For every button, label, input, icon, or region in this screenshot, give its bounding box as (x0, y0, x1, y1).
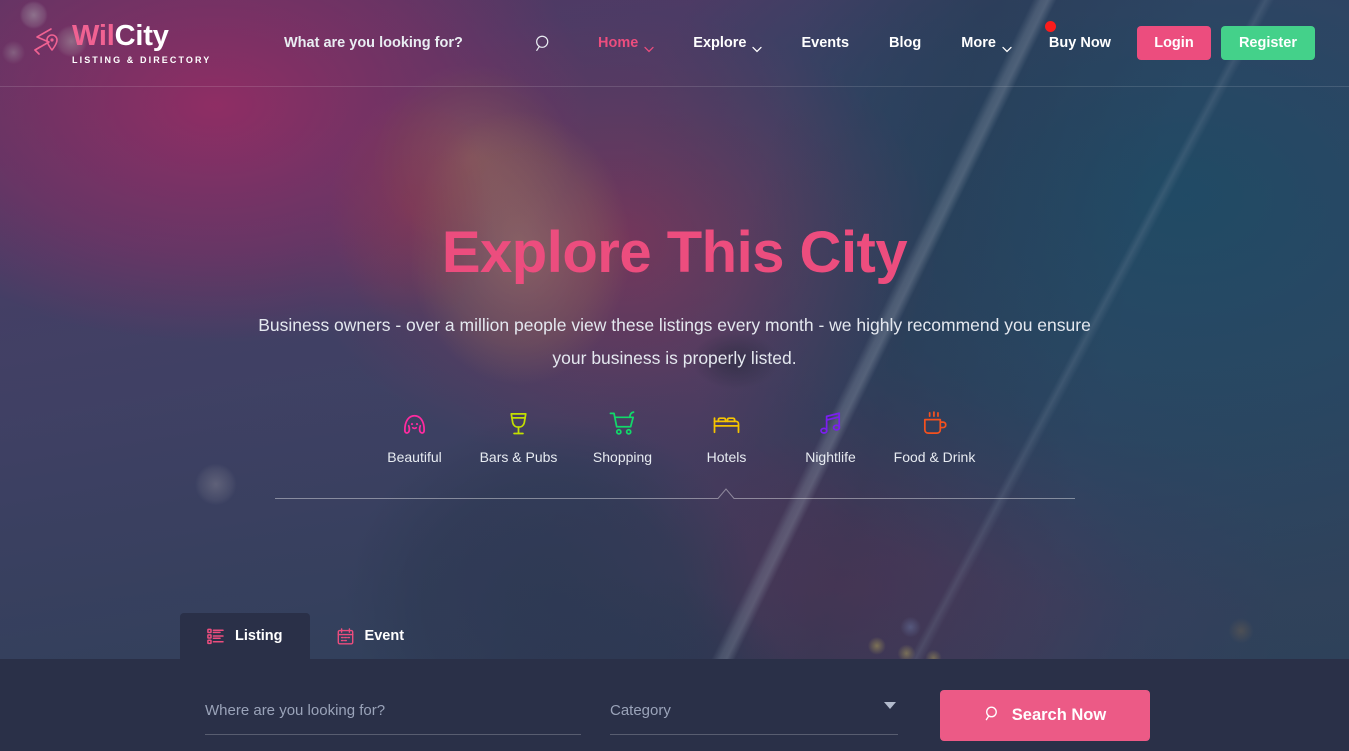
category-divider (275, 487, 1075, 501)
nav-item-blog[interactable]: Blog (869, 35, 941, 51)
wine-glass-icon (504, 407, 533, 439)
tab-listing[interactable]: Listing (180, 613, 310, 659)
category-label: Food & Drink (893, 449, 976, 465)
category-item-nightlife[interactable]: Nightlife (779, 407, 883, 465)
nav-item-more[interactable]: More (941, 35, 1031, 53)
page-title: Explore This City (441, 220, 908, 285)
route-pin-logo-icon (24, 20, 68, 66)
field-underline (205, 734, 581, 735)
nav-label: Explore (693, 35, 747, 51)
login-button[interactable]: Login (1136, 26, 1211, 60)
category-label: Bars & Pubs (479, 449, 558, 465)
hotel-bed-icon (712, 407, 741, 439)
category-item-hotels[interactable]: Hotels (675, 407, 779, 465)
buy-now-link[interactable]: Buy Now (1031, 21, 1125, 51)
buy-now-label: Buy Now (1048, 35, 1111, 51)
chevron-down-icon (752, 41, 763, 53)
coffee-cup-icon (920, 407, 949, 439)
site-header: WilCity LISTING & DIRECTORY What are you… (0, 0, 1349, 87)
nav-label: More (961, 35, 996, 51)
category-item-shopping[interactable]: Shopping (571, 407, 675, 465)
search-icon[interactable] (532, 32, 554, 54)
site-logo[interactable]: WilCity LISTING & DIRECTORY (24, 20, 224, 66)
field-underline (610, 734, 898, 735)
tab-label: Listing (235, 628, 283, 644)
calendar-icon (337, 627, 354, 645)
page-root: WilCity LISTING & DIRECTORY What are you… (0, 0, 1349, 751)
header-search-label: What are you looking for? (284, 35, 463, 51)
category-item-bars-pubs[interactable]: Bars & Pubs (467, 407, 571, 465)
logo-tagline: LISTING & DIRECTORY (72, 54, 212, 65)
category-select[interactable]: Category (610, 695, 898, 743)
hero-subtitle: Business owners - over a million people … (258, 315, 1091, 368)
nav-label: Home (598, 35, 639, 51)
beauty-salon-icon (400, 407, 429, 439)
list-icon (207, 628, 224, 645)
search-tabs: Listing Event (180, 613, 431, 659)
tab-label: Event (364, 628, 405, 644)
nav-item-events[interactable]: Events (781, 35, 869, 51)
category-label: Beautiful (387, 449, 442, 465)
shopping-cart-icon (608, 407, 637, 439)
category-select-value: Category (610, 701, 671, 719)
header-search: What are you looking for? (284, 32, 554, 54)
main-navigation: Home Explore Events Blog More Buy Now Lo… (578, 21, 1315, 60)
chevron-down-icon (644, 41, 654, 53)
nav-label: Blog (889, 35, 922, 51)
search-input[interactable] (205, 695, 581, 725)
chevron-down-icon[interactable] (884, 702, 896, 709)
notification-dot-icon (1044, 21, 1056, 32)
nav-item-home[interactable]: Home (578, 35, 673, 53)
category-label: Nightlife (805, 449, 856, 465)
hero-section: Explore This City Business owners - over… (0, 87, 1349, 659)
logo-wordmark: WilCity (72, 19, 211, 52)
tab-event[interactable]: Event (310, 613, 432, 659)
nav-item-explore[interactable]: Explore (673, 35, 781, 53)
category-item-beautiful[interactable]: Beautiful (363, 407, 467, 465)
search-now-label: Search Now (1011, 706, 1107, 724)
chevron-down-icon (1002, 41, 1012, 53)
search-panel: Category Search Now (0, 659, 1349, 751)
logo-word-secondary: City (114, 19, 169, 52)
music-note-icon (816, 407, 845, 439)
search-now-button[interactable]: Search Now (940, 690, 1150, 741)
search-icon (984, 705, 1001, 727)
category-label: Shopping (592, 449, 653, 465)
category-item-food-drink[interactable]: Food & Drink (883, 407, 987, 465)
logo-word-primary: Wil (72, 19, 115, 52)
register-button[interactable]: Register (1220, 26, 1315, 60)
category-label: Hotels (706, 449, 747, 465)
category-shortcuts: Beautiful Bars & Pubs Shopping Hotels Ni… (363, 407, 987, 465)
location-field (205, 695, 581, 743)
nav-label: Events (801, 35, 850, 51)
